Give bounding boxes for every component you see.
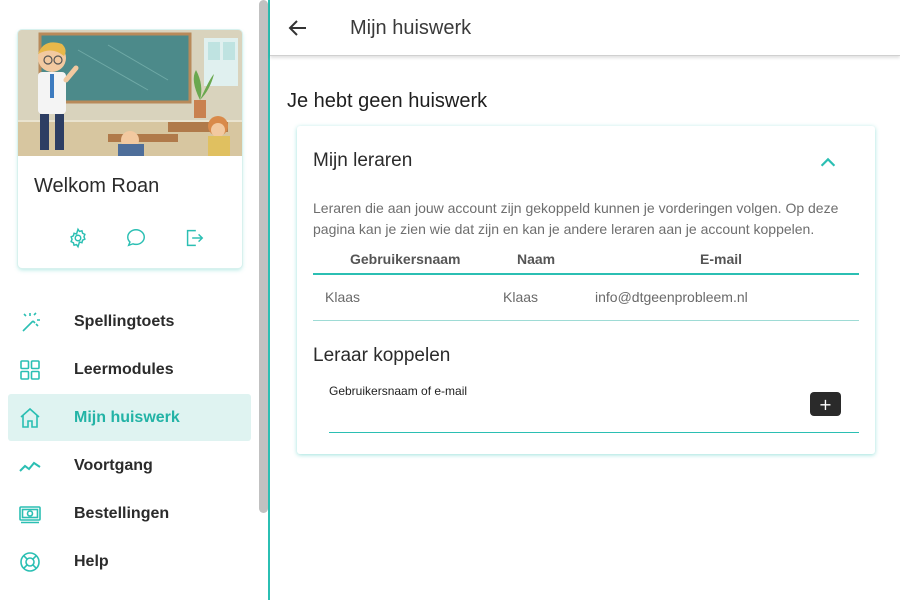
teachers-panel-title: Mijn leraren (313, 150, 413, 171)
column-header-username: Gebruikersnaam (313, 244, 503, 275)
profile-actions (66, 226, 206, 250)
lifebuoy-icon (20, 552, 40, 572)
magic-wand-icon (22, 312, 40, 332)
page-title: Mijn huiswerk (350, 17, 472, 39)
grid-icon (20, 360, 40, 380)
nav-item-spellingtoets[interactable]: Spellingtoets (8, 298, 251, 345)
classroom-illustration (18, 30, 242, 156)
nav-item-bestellingen[interactable]: Bestellingen (8, 490, 251, 537)
table-header-row: Gebruikersnaam Naam E-mail (313, 244, 859, 275)
chat-icon[interactable] (124, 226, 148, 250)
nav-item-voortgang[interactable]: Voortgang (8, 442, 251, 489)
link-teacher-title: Leraar koppelen (313, 345, 451, 366)
add-teacher-button[interactable]: + (810, 392, 841, 416)
cell-email: info@dtgeenprobleem.nl (595, 274, 859, 321)
nav-item-help[interactable]: Help (8, 538, 251, 585)
link-teacher-field: Gebruikersnaam of e-mail + (329, 384, 859, 433)
link-teacher-input[interactable] (329, 402, 799, 428)
nav-label: Bestellingen (74, 504, 170, 522)
link-teacher-label: Gebruikersnaam of e-mail (329, 384, 468, 398)
teachers-panel: Mijn leraren Leraren die aan jouw accoun… (297, 126, 875, 454)
nav-label: Spellingtoets (74, 312, 175, 330)
logout-icon[interactable] (182, 226, 206, 250)
column-header-name: Naam (503, 244, 595, 275)
sidebar-scrollbar[interactable] (259, 0, 268, 513)
nav-label: Mijn huiswerk (74, 408, 180, 426)
money-icon (19, 506, 41, 524)
welcome-text: Welkom Roan (34, 175, 160, 197)
arrow-left-icon[interactable] (286, 16, 310, 40)
homework-status-heading: Je hebt geen huiswerk (287, 90, 488, 112)
teachers-panel-description: Leraren die aan jouw account zijn gekopp… (313, 200, 839, 237)
cell-username: Klaas (313, 274, 503, 321)
teachers-table: Gebruikersnaam Naam E-mail Klaas Klaas i… (313, 244, 859, 321)
chevron-up-icon[interactable] (817, 152, 839, 174)
profile-card: Welkom Roan (18, 30, 242, 268)
column-header-email: E-mail (595, 244, 859, 275)
nav-label: Help (74, 552, 109, 570)
cell-name: Klaas (503, 274, 595, 321)
table-row: Klaas Klaas info@dtgeenprobleem.nl (313, 274, 859, 321)
sidebar-divider (268, 0, 270, 600)
nav-label: Leermodules (74, 360, 174, 378)
nav-item-mijn-huiswerk[interactable]: Mijn huiswerk (8, 394, 251, 441)
nav-item-leermodules[interactable]: Leermodules (8, 346, 251, 393)
top-bar: Mijn huiswerk (270, 0, 900, 56)
settings-icon[interactable] (66, 226, 90, 250)
sidebar: Welkom Roan Spellingtoets Leermodules Mi… (0, 0, 268, 600)
nav-label: Voortgang (74, 456, 153, 474)
trend-icon (19, 461, 41, 472)
main-nav: Spellingtoets Leermodules Mijn huiswerk … (8, 298, 251, 586)
home-icon (20, 407, 40, 428)
